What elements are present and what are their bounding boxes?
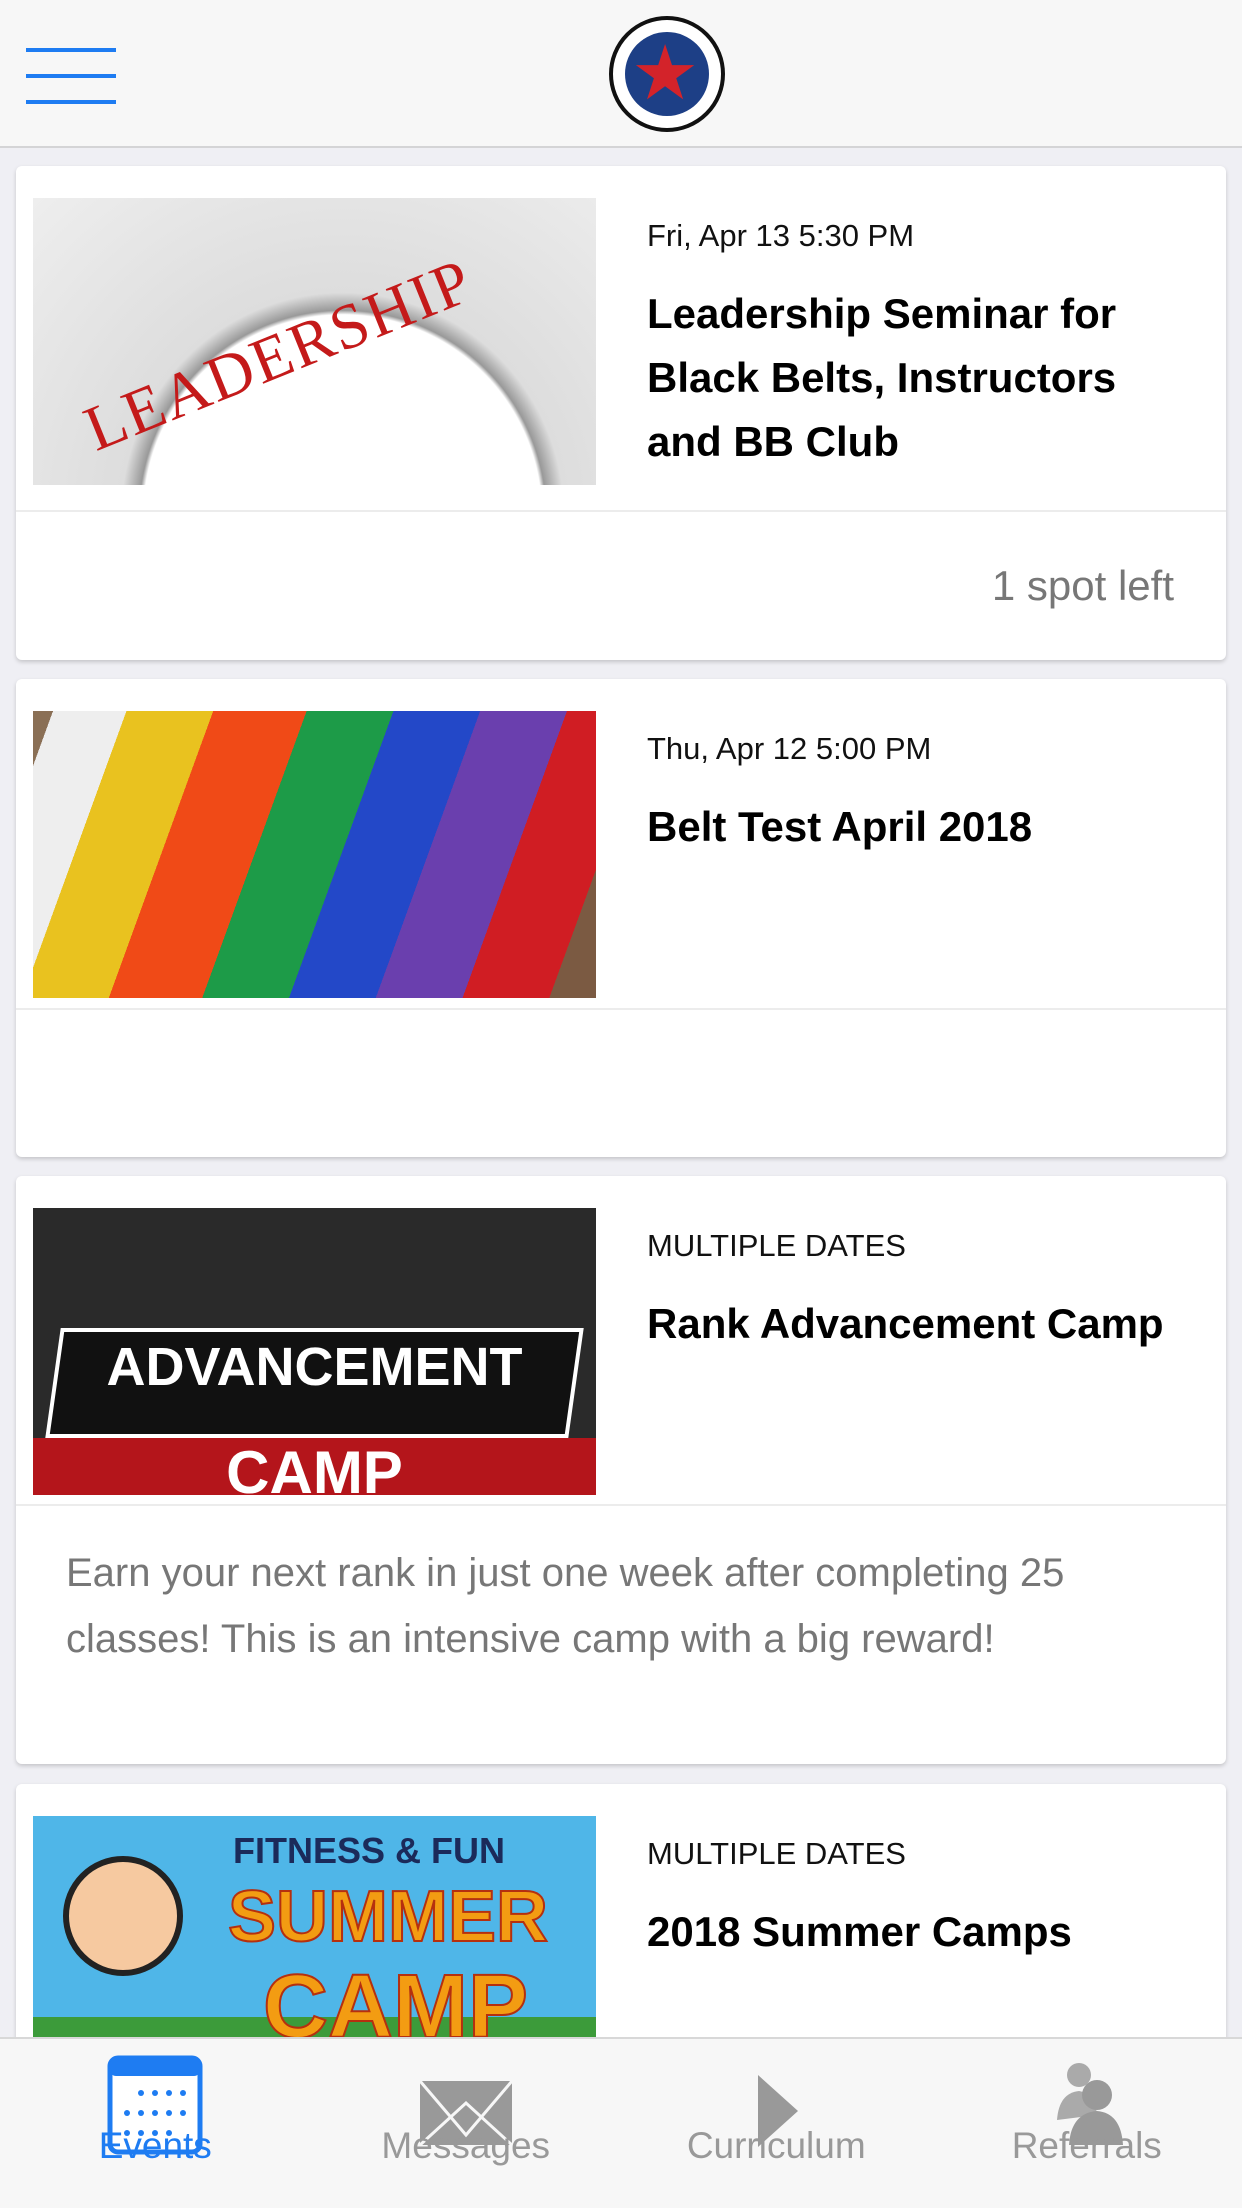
hamburger-line	[26, 74, 116, 78]
top-bar: ★	[0, 0, 1242, 148]
tab-label: Events	[98, 2125, 212, 2166]
hamburger-menu-button[interactable]	[26, 48, 116, 104]
image-lettering: FITNESS & FUN	[233, 1830, 506, 1871]
tab-label: Messages	[381, 2125, 551, 2166]
event-image: ADVANCEMENT CAMP	[33, 1208, 596, 1495]
spots-left: 1 spot left	[991, 562, 1174, 609]
event-title: 2018 Summer Camps	[647, 1908, 1072, 1955]
event-date: Thu, Apr 12 5:00 PM	[647, 731, 932, 766]
event-card[interactable]: LEADERSHIP Fri, Apr 13 5:30 PM Leadership…	[16, 166, 1226, 660]
event-title: Rank Advancement Camp	[647, 1300, 1164, 1347]
image-lettering: ADVANCEMENT	[106, 1337, 523, 1397]
event-image	[33, 711, 596, 998]
hamburger-line	[26, 100, 116, 104]
tab-events[interactable]: Events	[0, 2039, 311, 2208]
event-image: LEADERSHIP	[33, 198, 596, 485]
event-date: MULTIPLE DATES	[647, 1228, 906, 1263]
event-title: Belt Test April 2018	[647, 803, 1033, 850]
event-date: MULTIPLE DATES	[647, 1836, 906, 1871]
tab-curriculum[interactable]: Curriculum	[621, 2039, 932, 2208]
event-description: Earn your next rank in just one week aft…	[66, 1551, 1065, 1661]
divider	[16, 1504, 1226, 1506]
event-title: Leadership Seminar for Black Belts, Inst…	[647, 290, 1117, 465]
image-lettering: SUMMER	[227, 1876, 549, 1958]
event-card[interactable]: Thu, Apr 12 5:00 PM Belt Test April 2018	[16, 679, 1226, 1157]
tab-messages[interactable]: Messages	[311, 2039, 622, 2208]
tab-referrals[interactable]: Referrals	[932, 2039, 1242, 2208]
tab-bar: Events Messages Curriculum Referrals	[0, 2037, 1242, 2208]
image-lettering: LEADERSHIP	[74, 244, 483, 465]
hamburger-icon	[26, 48, 116, 52]
tab-label: Curriculum	[686, 2125, 866, 2166]
academy-logo: ★	[609, 16, 725, 132]
event-card[interactable]: ADVANCEMENT CAMP MULTIPLE DATES Rank Advan…	[16, 1176, 1226, 1764]
event-date: Fri, Apr 13 5:30 PM	[647, 218, 915, 253]
tab-label: Referrals	[1011, 2125, 1162, 2166]
image-lettering: CAMP	[33, 1438, 596, 1495]
divider	[16, 1008, 1226, 1010]
divider	[16, 510, 1226, 512]
